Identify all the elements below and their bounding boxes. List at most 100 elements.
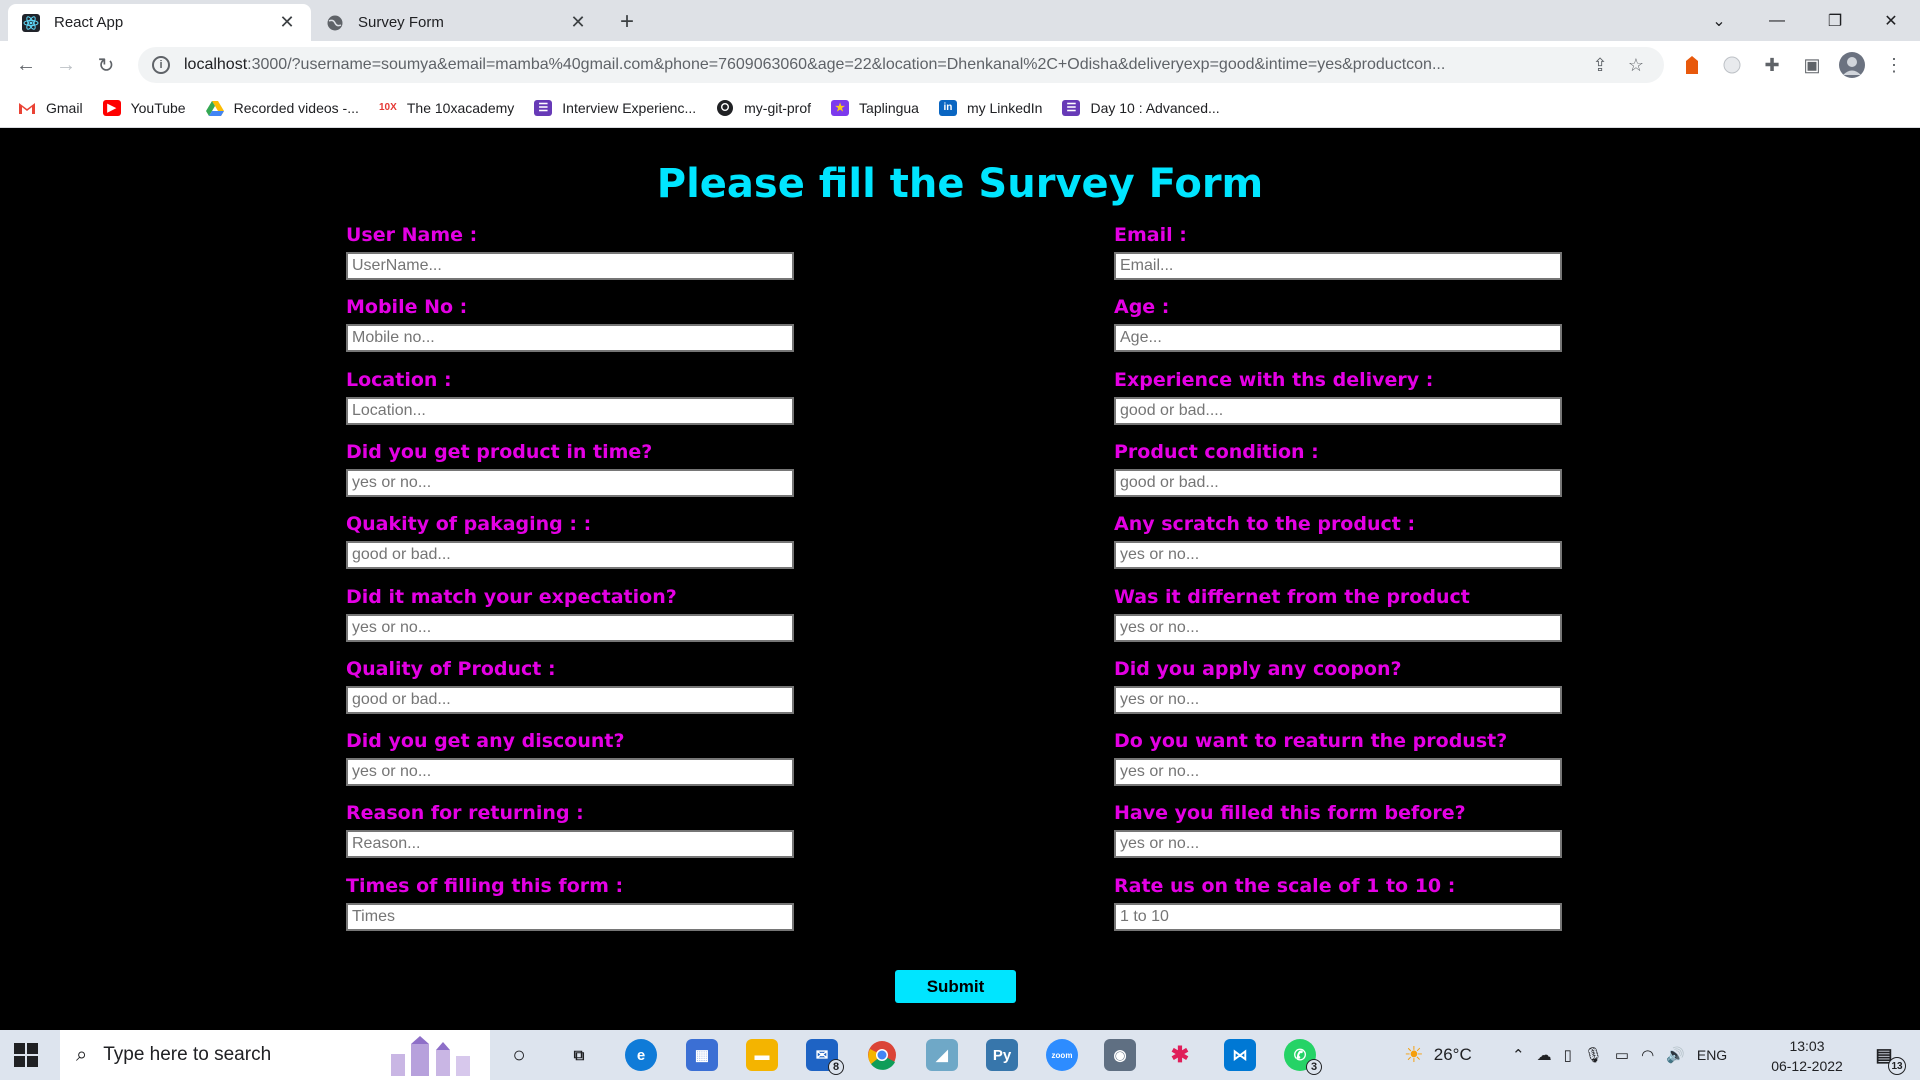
- text-input[interactable]: [346, 468, 794, 497]
- site-info-icon[interactable]: i: [152, 56, 170, 74]
- text-input[interactable]: [1114, 468, 1562, 497]
- task-view-icon[interactable]: ⧉: [563, 1039, 595, 1071]
- slack-icon[interactable]: ✱: [1164, 1039, 1196, 1071]
- bookmark-interview-experience[interactable]: ☰ Interview Experienc...: [534, 99, 696, 116]
- zoom-icon[interactable]: zoom: [1046, 1039, 1078, 1071]
- notification-icon[interactable]: ▤ 13: [1868, 1039, 1906, 1075]
- text-input[interactable]: [346, 902, 794, 931]
- close-tab-icon[interactable]: ✕: [568, 12, 588, 33]
- weather-widget[interactable]: ☀ 26°C: [1404, 1030, 1472, 1080]
- field-label: User Name :: [346, 224, 478, 246]
- volume-icon[interactable]: 🔊: [1666, 1046, 1685, 1064]
- edge-icon[interactable]: e: [625, 1039, 657, 1071]
- tab-survey-form[interactable]: Survey Form ✕: [312, 4, 602, 41]
- form-field: Any scratch to the product :: [1114, 511, 1562, 570]
- field-label: Quality of Product :: [346, 657, 556, 680]
- bookmark-my-git-prof[interactable]: my-git-prof: [716, 99, 811, 116]
- text-input[interactable]: [346, 324, 794, 353]
- text-input[interactable]: [1114, 902, 1562, 931]
- back-icon[interactable]: ←: [12, 51, 40, 79]
- close-window-icon[interactable]: ✕: [1862, 0, 1920, 41]
- text-input[interactable]: [346, 830, 794, 859]
- mail-icon[interactable]: ✉ 8: [806, 1039, 844, 1075]
- side-panel-icon[interactable]: ▣: [1798, 51, 1826, 79]
- extension-icon[interactable]: [1718, 51, 1746, 79]
- submit-button[interactable]: Submit: [895, 970, 1016, 1003]
- new-tab-button[interactable]: +: [620, 8, 634, 36]
- profile-avatar[interactable]: [1838, 51, 1866, 79]
- python-icon[interactable]: Py: [986, 1039, 1018, 1071]
- reload-icon[interactable]: ↻: [92, 51, 120, 79]
- field-label: Product condition :: [1114, 440, 1319, 463]
- text-input[interactable]: [1114, 252, 1562, 280]
- restore-icon[interactable]: ❐: [1806, 0, 1864, 41]
- wifi-icon[interactable]: ◠: [1641, 1046, 1654, 1064]
- text-input[interactable]: [1114, 396, 1562, 425]
- device-icon[interactable]: ▯: [1564, 1046, 1572, 1064]
- react-icon: [22, 13, 40, 32]
- bookmark-taplingua[interactable]: ★ Taplingua: [831, 99, 919, 116]
- share-icon[interactable]: ⇪: [1586, 51, 1614, 79]
- forward-icon[interactable]: →: [52, 51, 80, 79]
- language-indicator[interactable]: ENG: [1697, 1047, 1727, 1063]
- chevron-up-icon[interactable]: ⌃: [1512, 1046, 1525, 1064]
- text-input[interactable]: [346, 685, 794, 714]
- address-bar[interactable]: i localhost:3000/?username=soumya&email=…: [138, 47, 1664, 83]
- page-title: Please fill the Survey Form: [656, 161, 1264, 207]
- close-tab-icon[interactable]: ✕: [277, 12, 297, 33]
- text-input[interactable]: [346, 758, 794, 787]
- text-input[interactable]: [346, 541, 794, 570]
- tab-search-icon[interactable]: ⌄: [1690, 0, 1748, 41]
- text-input[interactable]: [1114, 830, 1562, 859]
- bookmark-day-10-advanced[interactable]: ☰ Day 10 : Advanced...: [1062, 99, 1220, 116]
- file-explorer-icon[interactable]: ▬: [746, 1039, 778, 1071]
- bookmark-youtube[interactable]: ▶ YouTube: [102, 99, 186, 116]
- text-input[interactable]: [346, 613, 794, 642]
- form-field: Reason for returning :: [346, 800, 794, 859]
- app-icon[interactable]: ◢: [926, 1039, 958, 1071]
- field-label: Quakity of pakaging : :: [346, 513, 592, 536]
- field-label: Did you get any discount?: [346, 730, 625, 753]
- bookmark-gmail[interactable]: Gmail: [18, 100, 83, 116]
- windows-start-icon[interactable]: [14, 1043, 38, 1067]
- text-input[interactable]: [1114, 758, 1562, 787]
- vscode-icon[interactable]: ⋈: [1224, 1039, 1256, 1071]
- tab-react-app[interactable]: React App ✕: [8, 4, 311, 41]
- form-field: Age :: [1114, 294, 1562, 353]
- extension-icon[interactable]: [1678, 51, 1706, 79]
- field-label: Location :: [346, 368, 452, 391]
- minimize-icon[interactable]: —: [1748, 0, 1806, 41]
- text-input[interactable]: [1114, 541, 1562, 570]
- form-field: Mobile No :: [346, 294, 794, 353]
- bookmark-recorded-videos[interactable]: Recorded videos -...: [205, 100, 359, 116]
- chrome-icon[interactable]: [866, 1039, 898, 1071]
- form-field: Did you apply any coopon?: [1114, 656, 1562, 714]
- notification-badge: 13: [1888, 1057, 1906, 1075]
- bookmark-star-icon[interactable]: ☆: [1622, 51, 1650, 79]
- field-label: Times of filling this form :: [346, 874, 624, 897]
- camera-icon[interactable]: ◉: [1104, 1039, 1136, 1071]
- form-field: Quality of Product :: [346, 656, 794, 714]
- microphone-icon[interactable]: 🎙: [1584, 1046, 1603, 1064]
- whatsapp-icon[interactable]: ✆ 3: [1284, 1039, 1322, 1075]
- text-input[interactable]: [1114, 324, 1562, 353]
- text-input[interactable]: [346, 396, 794, 425]
- cortana-icon[interactable]: ○: [503, 1039, 535, 1071]
- field-label: Age :: [1114, 296, 1170, 319]
- bookmark-my-linkedin[interactable]: in my LinkedIn: [938, 99, 1042, 116]
- search-highlight-image: [386, 1036, 476, 1080]
- taskbar-clock[interactable]: 13:03 06-12-2022: [1762, 1036, 1852, 1076]
- browser-tab-strip: React App ✕ Survey Form ✕ + ⌄ — ❐ ✕: [0, 0, 1920, 41]
- text-input[interactable]: [346, 252, 794, 280]
- store-icon[interactable]: ▦: [686, 1039, 718, 1071]
- extensions-puzzle-icon[interactable]: ✚: [1758, 51, 1786, 79]
- text-input[interactable]: [1114, 613, 1562, 642]
- field-label: Email :: [1114, 224, 1187, 246]
- bookmark-10xacademy[interactable]: 10X The 10xacademy: [379, 100, 514, 116]
- text-input[interactable]: [1114, 685, 1562, 714]
- battery-icon[interactable]: ▭: [1615, 1046, 1629, 1064]
- browser-menu-icon[interactable]: ⋮: [1880, 51, 1908, 79]
- url-text[interactable]: localhost:3000/?username=soumya&email=ma…: [184, 56, 1578, 74]
- taskbar-search[interactable]: ⌕ Type here to search: [60, 1030, 490, 1080]
- cloud-icon[interactable]: ☁: [1537, 1046, 1552, 1064]
